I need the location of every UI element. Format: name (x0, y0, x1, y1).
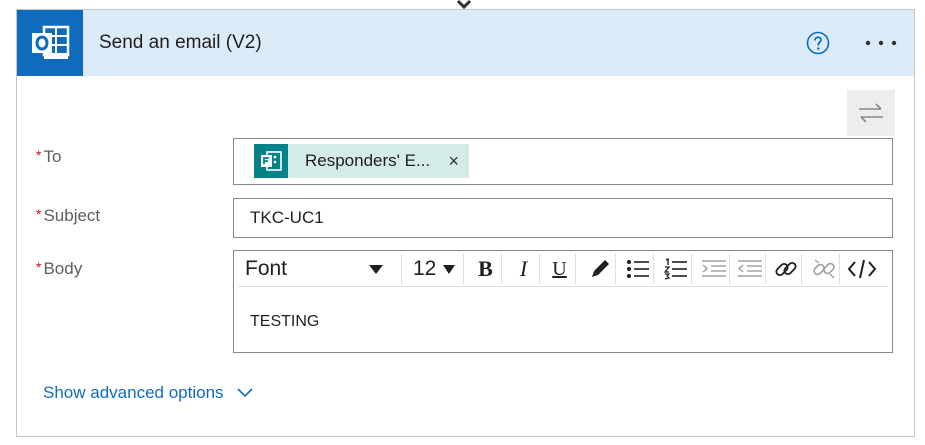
highlight-pen-button[interactable] (584, 254, 616, 284)
font-family-value: Font (245, 257, 288, 280)
subject-input[interactable]: TKC-UC1 (233, 198, 893, 238)
numbered-list-button[interactable] (660, 254, 692, 284)
remove-token-button[interactable]: × (448, 152, 459, 170)
required-marker: * (36, 206, 42, 222)
insert-link-button[interactable] (770, 254, 802, 284)
increase-indent-button[interactable] (698, 254, 730, 284)
bullet-list-icon (626, 260, 649, 278)
italic-button[interactable]: I (508, 254, 540, 284)
outlook-icon (17, 10, 83, 76)
chevron-down-icon (369, 265, 383, 274)
help-circle-icon[interactable] (806, 31, 830, 55)
outdent-icon (737, 260, 762, 277)
numbered-list-icon (663, 258, 687, 280)
action-title: Send an email (V2) (99, 32, 262, 53)
body-label: * Body (36, 259, 82, 279)
decrease-indent-button[interactable] (734, 254, 766, 284)
to-label: * To (36, 147, 61, 167)
advanced-options-label: Show advanced options (43, 383, 224, 402)
swap-arrows-icon (859, 103, 883, 123)
to-field[interactable]: Responders' E... × (233, 138, 893, 185)
font-size-value: 12 (413, 257, 437, 280)
unlink-icon (812, 259, 835, 279)
subject-label: * Subject (36, 206, 100, 226)
remove-link-button[interactable] (808, 254, 840, 284)
body-editor[interactable]: Font 12 B I U TESTING (233, 250, 893, 353)
font-size-dropdown[interactable]: 12 (404, 254, 464, 284)
required-marker: * (36, 147, 42, 163)
action-card: Send an email (V2) * To Responders' E...… (16, 9, 915, 437)
to-label-text: To (43, 147, 62, 166)
body-text: TESTING (250, 313, 320, 330)
subject-label-text: Subject (43, 206, 101, 225)
more-options-icon[interactable] (863, 32, 899, 54)
indent-icon (701, 260, 726, 277)
responders-email-token[interactable]: Responders' E... × (254, 144, 469, 178)
action-header[interactable]: Send an email (V2) (17, 10, 914, 76)
html-code-button[interactable] (846, 254, 878, 284)
forms-icon (254, 144, 288, 178)
show-advanced-options-link[interactable]: Show advanced options (43, 383, 254, 403)
body-label-text: Body (43, 259, 83, 278)
token-label: Responders' E... (305, 151, 431, 170)
code-icon (847, 259, 877, 279)
rich-text-toolbar: Font 12 B I U (238, 254, 888, 287)
pen-icon (591, 260, 609, 277)
chevron-down-icon (236, 388, 253, 398)
swap-input-mode-button[interactable] (847, 90, 895, 136)
link-icon (774, 261, 797, 277)
font-family-dropdown[interactable]: Font (238, 254, 402, 284)
required-marker: * (36, 259, 42, 275)
chevron-down-icon (443, 265, 455, 274)
bold-button[interactable]: B (470, 254, 502, 284)
bulleted-list-button[interactable] (622, 254, 654, 284)
underline-button[interactable]: U (544, 254, 576, 284)
